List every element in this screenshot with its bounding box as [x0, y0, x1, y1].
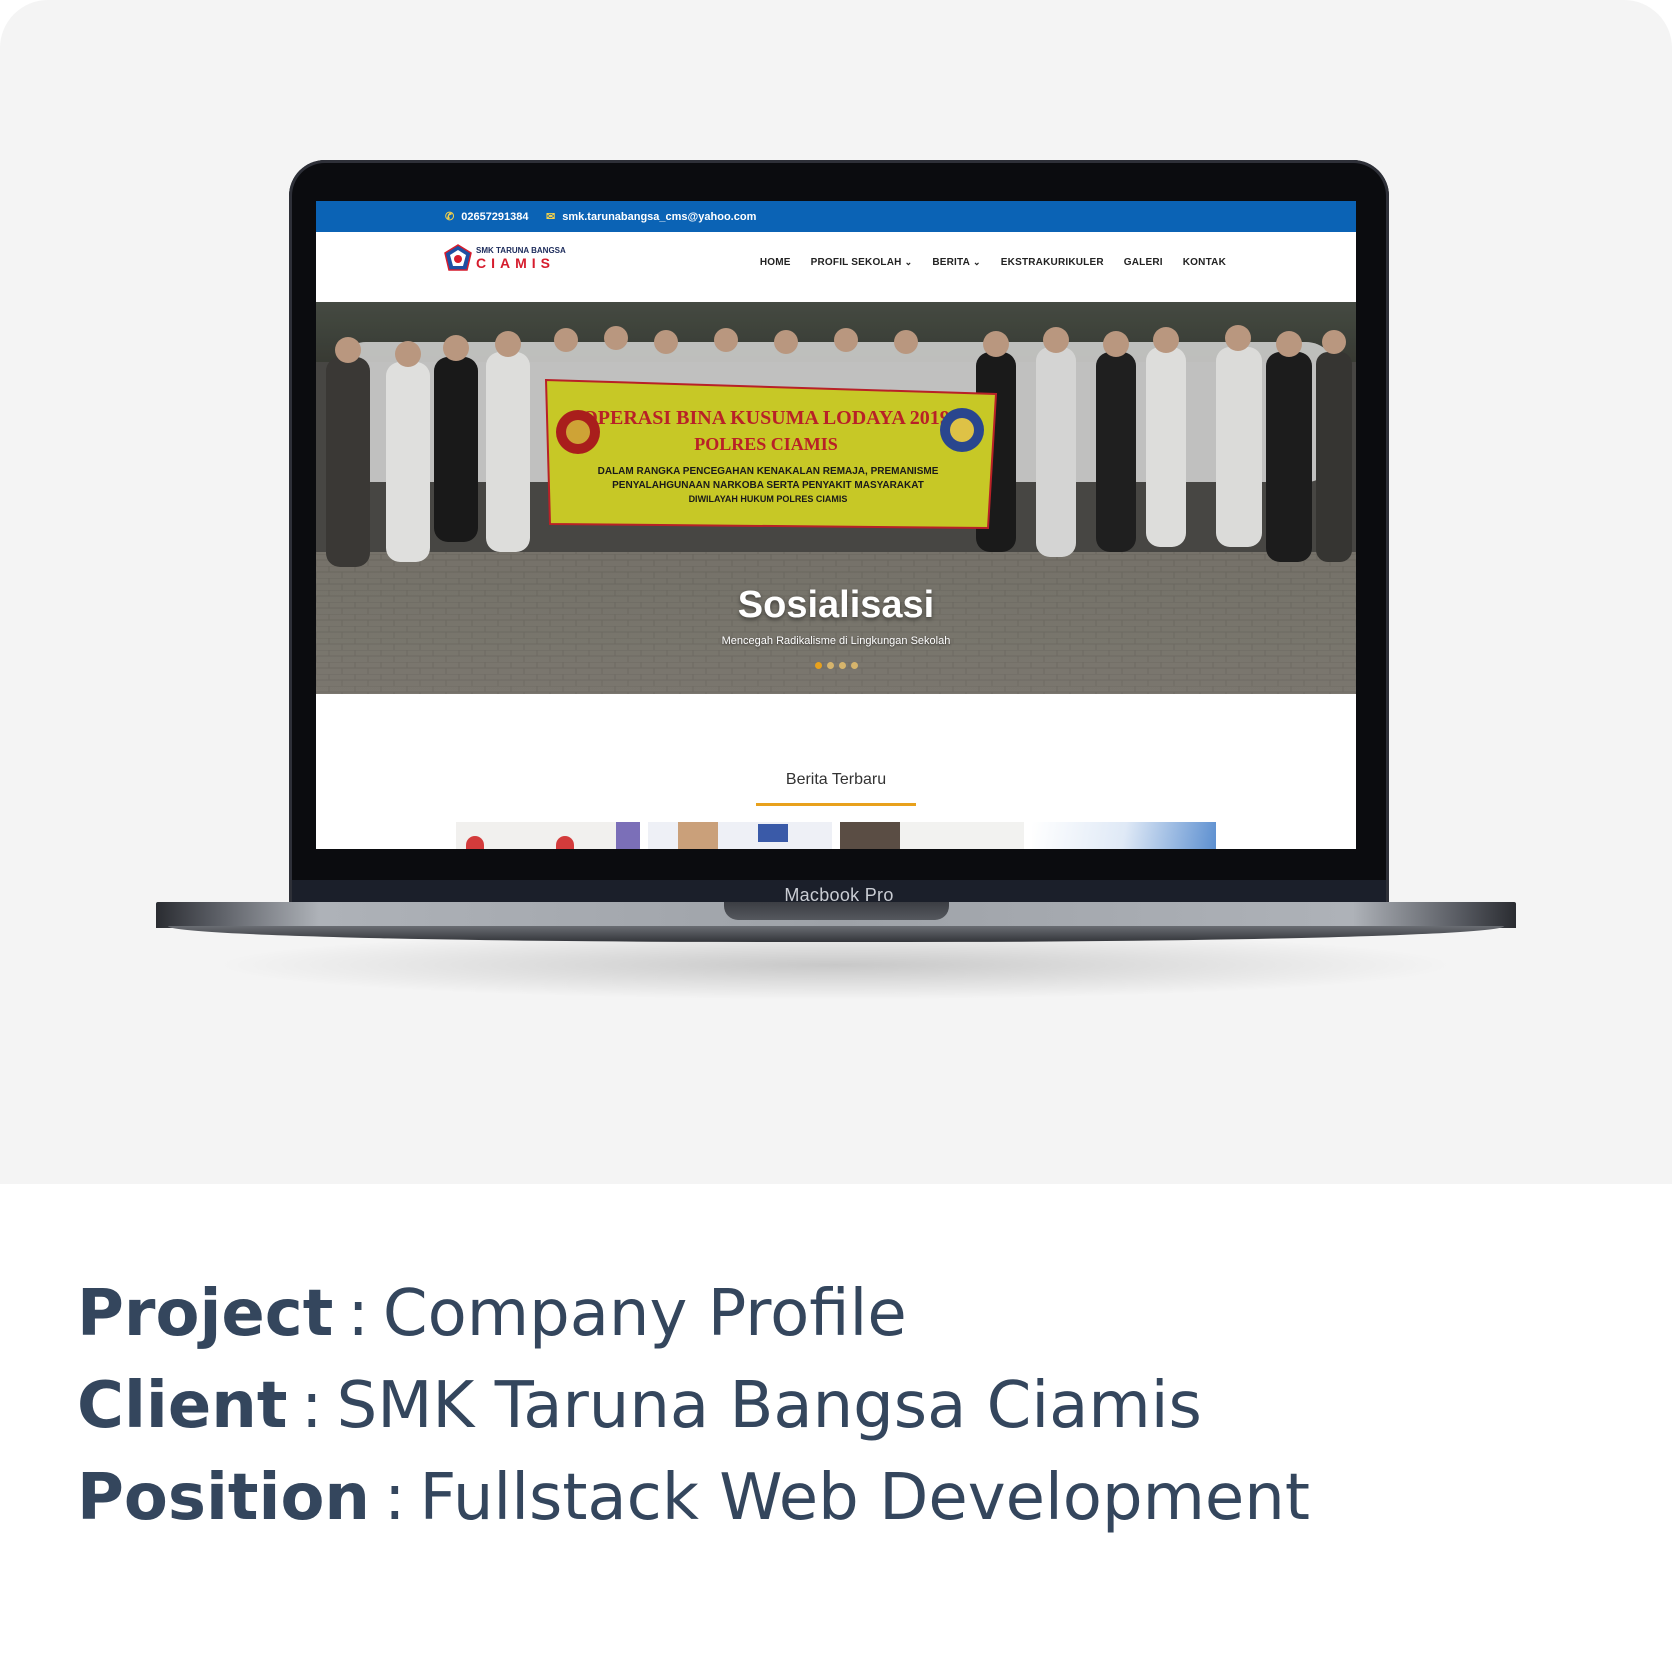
- phone-number: 02657291384: [461, 210, 529, 223]
- nav-menu: HOME PROFIL SEKOLAH ⌄ BERITA ⌄ EKSTRAKURIK…: [760, 232, 1226, 292]
- nav-item-profil-sekolah[interactable]: PROFIL SEKOLAH ⌄: [811, 257, 913, 268]
- email-address: smk.tarunabangsa_cms@yahoo.com: [562, 210, 757, 223]
- separator: :: [383, 1461, 406, 1535]
- project-row: Project: Company Profile: [77, 1268, 1310, 1360]
- hero-slider[interactable]: OPERASI BINA KUSUMA LODAYA 2019 POLRES C…: [316, 302, 1356, 694]
- website-screen: ✆ 02657291384 ✉ smk.tarunabangsa_cms@yah…: [316, 201, 1356, 849]
- mail-icon: ✉: [546, 211, 556, 223]
- nav-item-kontak[interactable]: KONTAK: [1183, 257, 1226, 268]
- main-navbar: SMK TARUNA BANGSA CIAMIS HOME PROFIL SEK…: [316, 232, 1356, 303]
- position-row: Position: Fullstack Web Development: [77, 1452, 1310, 1544]
- slider-dot[interactable]: [814, 662, 822, 669]
- slider-dot[interactable]: [850, 662, 858, 669]
- separator: :: [301, 1369, 323, 1443]
- project-label: Project: [77, 1277, 334, 1351]
- email-contact[interactable]: ✉ smk.tarunabangsa_cms@yahoo.com: [546, 201, 756, 232]
- news-thumbnail[interactable]: [456, 822, 640, 849]
- contact-topbar: ✆ 02657291384 ✉ smk.tarunabangsa_cms@yah…: [316, 201, 1356, 232]
- client-value: SMK Taruna Bangsa Ciamis: [336, 1369, 1202, 1443]
- section-heading: Berita Terbaru: [785, 771, 887, 788]
- client-label: Client: [77, 1369, 288, 1443]
- news-thumbnail[interactable]: [648, 822, 832, 849]
- hero-subtitle: Mencegah Radikalisme di Lingkungan Sekol…: [721, 635, 951, 647]
- laptop-notch: [724, 902, 949, 920]
- hero-title: Sosialisasi: [737, 584, 935, 626]
- school-logo[interactable]: SMK TARUNA BANGSA CIAMIS: [444, 244, 566, 272]
- section-heading-underline: [756, 803, 916, 806]
- chevron-down-icon: ⌄: [904, 256, 913, 267]
- phone-icon: ✆: [445, 211, 455, 223]
- position-value: Fullstack Web Development: [419, 1461, 1310, 1535]
- project-info: Project: Company Profile Client: SMK Tarun…: [77, 1268, 1310, 1544]
- slider-pagination: [316, 662, 1356, 669]
- news-thumbnail[interactable]: [1032, 822, 1216, 849]
- position-label: Position: [77, 1461, 370, 1535]
- logo-school-name: SMK TARUNA BANGSA: [476, 245, 566, 255]
- project-value: Company Profile: [382, 1277, 907, 1351]
- slider-dot[interactable]: [826, 662, 834, 669]
- nav-item-berita[interactable]: BERITA ⌄: [932, 257, 980, 268]
- hero-caption: Sosialisasi Mencegah Radikalisme di Ling…: [316, 584, 1356, 647]
- chevron-down-icon: ⌄: [973, 256, 981, 267]
- news-thumbnails: [456, 822, 1216, 849]
- news-thumbnail[interactable]: [840, 822, 1024, 849]
- school-crest-icon: [444, 244, 472, 271]
- slider-dot[interactable]: [838, 662, 846, 669]
- separator: :: [347, 1277, 369, 1351]
- phone-contact[interactable]: ✆ 02657291384: [445, 201, 529, 232]
- logo-city-name: CIAMIS: [476, 254, 555, 271]
- client-row: Client: SMK Taruna Bangsa Ciamis: [77, 1360, 1310, 1452]
- nav-item-home[interactable]: HOME: [760, 257, 791, 268]
- nav-item-ekstrakurikuler[interactable]: EKSTRAKURIKULER: [1001, 257, 1104, 268]
- nav-item-galeri[interactable]: GALERI: [1124, 257, 1163, 268]
